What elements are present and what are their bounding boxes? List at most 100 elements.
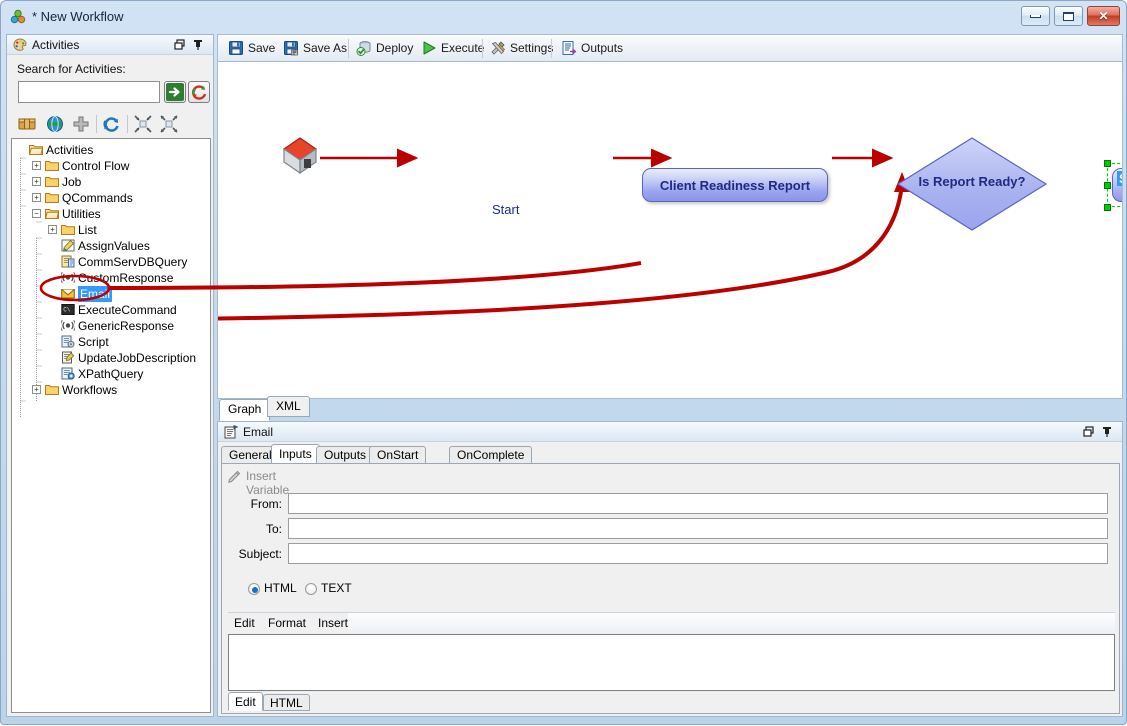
tree-item-workflows[interactable]: +Workflows	[12, 382, 210, 398]
node-is-report-ready[interactable]: Is Report Ready?	[896, 136, 1048, 232]
palette-icon	[12, 37, 28, 53]
tree-item-executecommand[interactable]: C\ExecuteCommand	[12, 302, 210, 318]
tree-item-assignvalues[interactable]: AssignValues	[12, 238, 210, 254]
properties-panel-caption: Email	[218, 422, 1122, 442]
tab-onstart-script[interactable]: OnStart Script	[369, 446, 426, 464]
start-node-label: Start	[492, 202, 519, 217]
float-window-icon[interactable]	[173, 38, 187, 52]
tree-item-email[interactable]: Email	[12, 286, 210, 302]
tree-item-label: Utilities	[62, 206, 101, 222]
window-title: * New Workflow	[32, 9, 124, 24]
search-input[interactable]	[18, 81, 160, 103]
start-node-icon[interactable]	[280, 135, 320, 175]
subject-label: Subject:	[222, 547, 282, 561]
tree-item-label: CustomResponse	[78, 270, 173, 286]
tree-expander[interactable]: +	[32, 161, 41, 170]
close-icon: ✕	[1088, 7, 1119, 25]
pin-icon[interactable]	[1100, 425, 1114, 439]
folder-open-icon	[45, 207, 59, 220]
deploy-button[interactable]: Deploy	[354, 38, 417, 59]
to-field[interactable]	[288, 518, 1108, 539]
tree-toolbar	[7, 111, 213, 137]
xpath-query-icon	[61, 367, 75, 380]
tree-item-activities[interactable]: Activities	[12, 142, 210, 158]
properties-panel: Email General	[217, 421, 1123, 717]
menu-edit[interactable]: Edit	[234, 615, 255, 631]
search-go-button[interactable]	[164, 81, 186, 103]
tree-item-utilities[interactable]: − Utilities	[12, 206, 210, 222]
workflow-graph-canvas[interactable]: Start Client Readiness Report Is Report …	[217, 61, 1123, 399]
tree-item-label: CommServDBQuery	[78, 254, 187, 270]
email-properties-icon	[223, 424, 239, 440]
plus-icon[interactable]	[71, 114, 91, 134]
toolbar-separator	[348, 39, 349, 58]
tree-item-label: Control Flow	[62, 158, 129, 174]
pencil-icon	[227, 470, 241, 484]
to-label: To:	[222, 522, 282, 536]
tree-expander[interactable]: +	[32, 177, 41, 186]
subject-field[interactable]	[288, 543, 1108, 564]
outputs-label: Outputs	[581, 41, 623, 55]
tree-expander[interactable]: +	[48, 225, 57, 234]
menu-format[interactable]: Format	[268, 615, 306, 631]
tree-item-xpathquery[interactable]: XPathQuery	[12, 366, 210, 382]
tab-graph[interactable]: Graph	[219, 399, 270, 421]
tree-expander[interactable]: −	[32, 209, 41, 218]
tab-label: XML	[276, 399, 301, 413]
subject-row: Subject:	[222, 543, 1115, 566]
node-client-readiness-report[interactable]: Client Readiness Report	[642, 168, 828, 202]
close-button[interactable]: ✕	[1087, 6, 1120, 26]
toolbar-separator	[96, 115, 97, 133]
refresh-icon[interactable]	[101, 114, 121, 134]
settings-button[interactable]: Settings	[488, 38, 557, 59]
node-label: Is Report Ready?	[896, 174, 1048, 189]
expand-all-icon[interactable]	[159, 114, 179, 134]
tab-oncomplete-script[interactable]: OnComplete Script	[449, 446, 532, 464]
tab-inputs[interactable]: Inputs	[271, 444, 320, 464]
search-reset-button[interactable]	[188, 81, 210, 103]
maximize-button[interactable]	[1054, 6, 1083, 26]
email-body-editor[interactable]	[228, 634, 1115, 691]
float-window-icon[interactable]	[1082, 425, 1096, 439]
tree-item-commservdbquery[interactable]: CommServDBQuery	[12, 254, 210, 270]
save-as-button[interactable]: Save As	[281, 38, 351, 59]
tree-item-control-flow[interactable]: + Control Flow	[12, 158, 210, 174]
save-button[interactable]: Save	[226, 38, 279, 59]
execute-label: Execute	[441, 41, 484, 55]
box-icon[interactable]	[17, 114, 37, 134]
resize-handle-nw[interactable]	[1104, 160, 1111, 167]
tab-label: HTML	[270, 696, 303, 710]
tree-expander[interactable]: +	[32, 385, 41, 394]
folder-icon	[45, 175, 59, 188]
resize-handle-w[interactable]	[1104, 182, 1111, 189]
from-field[interactable]	[288, 493, 1108, 514]
resize-handle-sw[interactable]	[1104, 204, 1111, 211]
toolbar-separator	[482, 39, 483, 58]
tab-label: Inputs	[279, 447, 312, 461]
from-row: From:	[222, 493, 1115, 516]
folder-icon	[45, 383, 59, 396]
tab-html[interactable]: HTML	[263, 694, 310, 711]
globe-icon[interactable]	[45, 114, 65, 134]
minimize-button[interactable]	[1021, 6, 1050, 26]
tree-expander[interactable]: +	[32, 193, 41, 202]
tree-item-updatejobdescription[interactable]: UpdateJobDescription	[12, 350, 210, 366]
tab-edit[interactable]: Edit	[228, 692, 263, 711]
tab-xml[interactable]: XML	[267, 396, 310, 417]
svg-text:C\: C\	[63, 307, 71, 314]
tree-item-job[interactable]: +Job	[12, 174, 210, 190]
tree-item-script[interactable]: Script	[12, 334, 210, 350]
execute-button[interactable]: Execute	[419, 38, 488, 59]
tree-item-customresponse[interactable]: CustomResponse	[12, 270, 210, 286]
collapse-all-icon[interactable]	[133, 114, 153, 134]
folder-icon	[45, 159, 59, 172]
tree-item-qcommands[interactable]: +QCommands	[12, 190, 210, 206]
tree-item-label: GenericResponse	[78, 318, 174, 334]
outputs-button[interactable]: Outputs	[559, 38, 627, 59]
tab-outputs[interactable]: Outputs	[316, 446, 374, 464]
activities-tree[interactable]: Activities + Control Flow+Job+QCommands − Ut…	[11, 138, 211, 713]
pin-icon[interactable]	[191, 38, 205, 52]
menu-insert[interactable]: Insert	[318, 615, 348, 631]
tree-item-list[interactable]: +List	[12, 222, 210, 238]
tree-item-genericresponse[interactable]: GenericResponse	[12, 318, 210, 334]
